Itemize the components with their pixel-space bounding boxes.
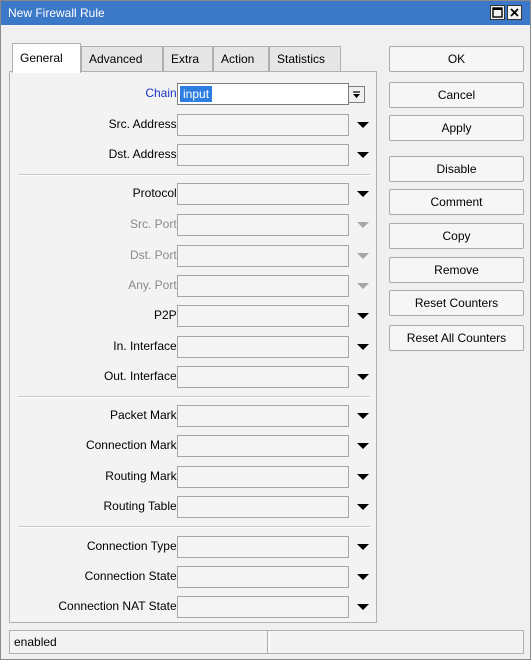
status-cell-empty xyxy=(269,631,523,653)
chain-select[interactable]: input xyxy=(177,83,365,105)
separator xyxy=(18,174,370,176)
routing-mark-expand-icon[interactable] xyxy=(357,474,369,480)
out-interface-label: Out. Interface: xyxy=(103,369,180,383)
connection-nat-state-label: Connection NAT State: xyxy=(58,599,180,613)
chain-value: input xyxy=(180,86,213,102)
separator xyxy=(18,526,370,528)
copy-button[interactable]: Copy xyxy=(389,223,524,249)
comment-button[interactable]: Comment xyxy=(389,189,524,215)
routing-mark-label: Routing Mark: xyxy=(105,469,180,483)
dst-address-expand-icon[interactable] xyxy=(357,152,369,158)
dst-port-row: Dst. Port: xyxy=(10,245,376,267)
src-port-field xyxy=(177,214,349,236)
reset-counters-button[interactable]: Reset Counters xyxy=(389,290,524,316)
any-port-label: Any. Port: xyxy=(128,278,180,292)
title-bar[interactable]: New Firewall Rule xyxy=(1,1,530,25)
maximize-button[interactable] xyxy=(490,5,505,20)
reset-all-counters-button[interactable]: Reset All Counters xyxy=(389,325,524,351)
in-interface-field[interactable] xyxy=(177,336,349,358)
chain-dropdown-button[interactable] xyxy=(348,86,365,103)
tab-general[interactable]: General xyxy=(12,43,81,73)
packet-mark-field[interactable] xyxy=(177,405,349,427)
connection-nat-state-row: Connection NAT State: xyxy=(10,596,376,618)
cancel-button[interactable]: Cancel xyxy=(389,82,524,108)
src-address-field[interactable] xyxy=(177,114,349,136)
out-interface-row: Out. Interface: xyxy=(10,366,376,388)
connection-state-row: Connection State: xyxy=(10,566,376,588)
status-text: enabled xyxy=(10,631,268,653)
out-interface-expand-icon[interactable] xyxy=(357,374,369,380)
packet-mark-expand-icon[interactable] xyxy=(357,413,369,419)
p2p-field[interactable] xyxy=(177,305,349,327)
separator xyxy=(18,396,370,398)
dst-port-expand-icon xyxy=(357,253,369,259)
src-address-row: Src. Address: xyxy=(10,114,376,136)
any-port-row: Any. Port: xyxy=(10,275,376,297)
tab-extra[interactable]: Extra xyxy=(163,46,213,72)
dropdown-icon xyxy=(353,91,360,98)
connection-state-label: Connection State: xyxy=(84,569,180,583)
dst-address-field[interactable] xyxy=(177,144,349,166)
p2p-row: P2P: xyxy=(10,305,376,327)
status-bar: enabled xyxy=(9,630,524,654)
connection-mark-field[interactable] xyxy=(177,435,349,457)
src-port-label: Src. Port: xyxy=(129,217,180,231)
dst-address-label: Dst. Address: xyxy=(108,147,180,161)
in-interface-expand-icon[interactable] xyxy=(357,344,369,350)
connection-nat-state-expand-icon[interactable] xyxy=(357,604,369,610)
in-interface-row: In. Interface: xyxy=(10,336,376,358)
routing-table-label: Routing Table: xyxy=(103,499,181,513)
connection-type-row: Connection Type: xyxy=(10,536,376,558)
src-address-expand-icon[interactable] xyxy=(357,122,369,128)
disable-button[interactable]: Disable xyxy=(389,156,524,182)
packet-mark-row: Packet Mark: xyxy=(10,405,376,427)
connection-nat-state-field[interactable] xyxy=(177,596,349,618)
apply-button[interactable]: Apply xyxy=(389,115,524,141)
close-icon xyxy=(510,8,519,17)
dst-address-row: Dst. Address: xyxy=(10,144,376,166)
any-port-field xyxy=(177,275,349,297)
window-title: New Firewall Rule xyxy=(8,6,105,20)
src-port-row: Src. Port: xyxy=(10,214,376,236)
routing-mark-field[interactable] xyxy=(177,466,349,488)
connection-mark-expand-icon[interactable] xyxy=(357,443,369,449)
ok-button[interactable]: OK xyxy=(389,46,524,72)
remove-button[interactable]: Remove xyxy=(389,257,524,283)
tab-statistics[interactable]: Statistics xyxy=(269,46,341,72)
tab-action[interactable]: Action xyxy=(213,46,269,72)
routing-mark-row: Routing Mark: xyxy=(10,466,376,488)
protocol-field[interactable] xyxy=(177,183,349,205)
routing-table-expand-icon[interactable] xyxy=(357,504,369,510)
protocol-row: Protocol: xyxy=(10,183,376,205)
maximize-icon xyxy=(492,7,503,18)
p2p-expand-icon[interactable] xyxy=(357,313,369,319)
tab-advanced[interactable]: Advanced xyxy=(81,46,163,72)
src-port-expand-icon xyxy=(357,222,369,228)
connection-type-label: Connection Type: xyxy=(86,539,180,553)
protocol-label: Protocol: xyxy=(132,186,180,200)
general-tab-panel: Chain: input Src. Address: Dst. Address: xyxy=(9,71,377,623)
routing-table-row: Routing Table: xyxy=(10,496,376,518)
out-interface-field[interactable] xyxy=(177,366,349,388)
connection-type-field[interactable] xyxy=(177,536,349,558)
protocol-expand-icon[interactable] xyxy=(357,191,369,197)
close-button[interactable] xyxy=(507,5,522,20)
connection-mark-row: Connection Mark: xyxy=(10,435,376,457)
connection-mark-label: Connection Mark: xyxy=(85,438,180,452)
packet-mark-label: Packet Mark: xyxy=(109,408,180,422)
any-port-expand-icon xyxy=(357,283,369,289)
src-address-label: Src. Address: xyxy=(108,117,180,131)
dst-port-label: Dst. Port: xyxy=(129,248,180,262)
routing-table-field[interactable] xyxy=(177,496,349,518)
chain-label: Chain: xyxy=(145,86,180,100)
connection-state-field[interactable] xyxy=(177,566,349,588)
connection-state-expand-icon[interactable] xyxy=(357,574,369,580)
chain-row: Chain: input xyxy=(10,83,376,105)
firewall-rule-window: New Firewall Rule General Advanced Extra… xyxy=(0,0,531,660)
in-interface-label: In. Interface: xyxy=(113,339,180,353)
dst-port-field xyxy=(177,245,349,267)
connection-type-expand-icon[interactable] xyxy=(357,544,369,550)
